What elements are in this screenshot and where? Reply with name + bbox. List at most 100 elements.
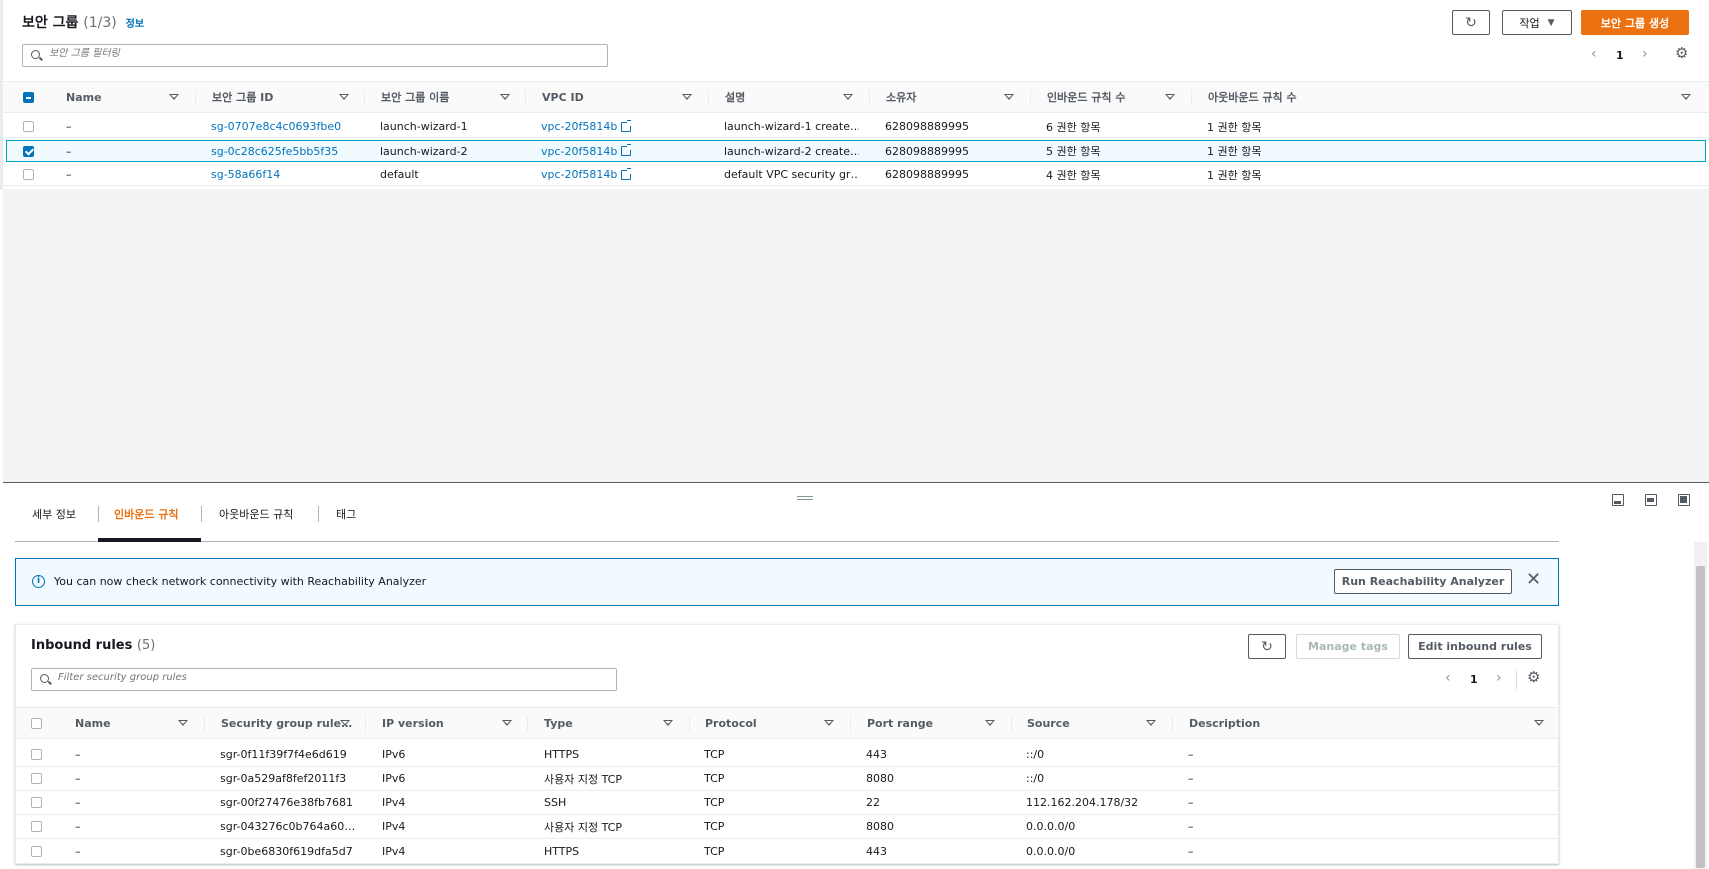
col-description[interactable]: 설명	[725, 82, 745, 112]
col-owner[interactable]: 소유자	[886, 82, 916, 112]
tab-tags[interactable]: 태그	[336, 506, 356, 522]
table-row[interactable]: – sgr-0a529af8fef2011f3 IPv6 사용자 지정 TCP …	[16, 767, 1558, 791]
page-title-text: 보안 그룹	[22, 15, 79, 31]
row-checkbox[interactable]	[31, 767, 42, 790]
split-panel-divider[interactable]	[3, 482, 1709, 483]
col-security-group-name[interactable]: 보안 그룹 이름	[381, 82, 449, 112]
row-checkbox[interactable]	[23, 164, 34, 185]
inbound-refresh-button[interactable]: ↻	[1248, 634, 1286, 659]
col-protocol[interactable]: Protocol	[705, 708, 757, 738]
sort-icon[interactable]	[339, 82, 349, 112]
table-row[interactable]: – sgr-043276c0b764a60… IPv4 사용자 지정 TCP T…	[16, 815, 1558, 839]
row-name: –	[66, 168, 72, 181]
table-row[interactable]: – sgr-0f11f39f7f4e6d619 IPv6 HTTPS TCP 4…	[16, 743, 1558, 767]
row-checkbox[interactable]	[23, 141, 34, 161]
table-row-selected[interactable]: – sg-0c28c625fe5bb5f35 launch-wizard-2 v…	[6, 140, 1706, 162]
row-port-range: 8080	[866, 820, 894, 833]
row-port-range: 443	[866, 844, 887, 858]
tab-inbound-rules[interactable]: 인바운드 규칙	[114, 506, 179, 522]
row-checkbox[interactable]	[23, 116, 34, 137]
sort-icon[interactable]	[1165, 82, 1175, 112]
security-group-id-link[interactable]: sg-0c28c625fe5bb5f35	[211, 141, 338, 161]
col-vpc-id[interactable]: VPC ID	[542, 82, 584, 112]
table-row[interactable]: – sg-0707e8c4c0693fbe0 launch-wizard-1 v…	[3, 116, 1709, 138]
inbound-rules-search[interactable]	[31, 668, 617, 691]
row-group-name: default	[380, 168, 419, 181]
settings-gear-icon[interactable]: ⚙	[1527, 668, 1540, 686]
split-panel-side-icon[interactable]	[1645, 494, 1657, 506]
table-row[interactable]: – sgr-00f27476e38fb7681 IPv4 SSH TCP 22 …	[16, 791, 1558, 815]
select-all-checkbox[interactable]	[31, 708, 42, 738]
row-ip-version: IPv6	[382, 772, 406, 785]
select-all-checkbox[interactable]	[23, 82, 34, 112]
split-panel-bottom-icon[interactable]	[1612, 494, 1624, 506]
col-security-group-id[interactable]: 보안 그룹 ID	[212, 82, 273, 112]
drag-handle-icon[interactable]	[797, 496, 813, 500]
sort-icon[interactable]	[1534, 708, 1544, 738]
sort-icon[interactable]	[985, 708, 995, 738]
prev-page-icon[interactable]: ‹	[1591, 46, 1597, 62]
actions-button[interactable]: 작업 ▼	[1502, 10, 1572, 35]
run-reachability-analyzer-button[interactable]: Run Reachability Analyzer	[1334, 569, 1512, 594]
inbound-pagination: ‹ 1 ›	[1442, 670, 1522, 688]
next-page-icon[interactable]: ›	[1642, 46, 1648, 62]
refresh-button[interactable]: ↻	[1452, 10, 1490, 35]
table-row[interactable]: – sgr-0be6830f619dfa5d7 IPv4 HTTPS TCP 4…	[16, 839, 1558, 863]
create-security-group-button[interactable]: 보안 그룹 생성	[1581, 10, 1689, 35]
vpc-link[interactable]: vpc-20f5814b	[541, 164, 632, 185]
sort-icon[interactable]	[340, 708, 350, 738]
row-checkbox[interactable]	[31, 839, 42, 863]
vpc-link[interactable]: vpc-20f5814b	[541, 141, 632, 161]
col-inbound-count[interactable]: 인바운드 규칙 수	[1047, 82, 1126, 112]
close-icon[interactable]: ✕	[1526, 569, 1541, 590]
page-number[interactable]: 1	[1470, 673, 1478, 686]
sort-icon[interactable]	[502, 708, 512, 738]
sort-icon[interactable]	[169, 82, 179, 112]
row-description: –	[1188, 796, 1194, 809]
inbound-rules-search-input[interactable]	[58, 672, 584, 683]
security-group-id-link[interactable]: sg-0707e8c4c0693fbe0	[211, 116, 341, 137]
actions-label: 작업	[1519, 16, 1540, 30]
page-number[interactable]: 1	[1616, 49, 1624, 62]
col-outbound-count[interactable]: 아웃바운드 규칙 수	[1208, 82, 1297, 112]
scrollbar-thumb[interactable]	[1696, 566, 1705, 868]
next-page-icon[interactable]: ›	[1496, 670, 1502, 686]
vpc-link[interactable]: vpc-20f5814b	[541, 116, 632, 137]
col-name[interactable]: Name	[66, 82, 102, 112]
col-port-range[interactable]: Port range	[867, 708, 933, 738]
tab-details[interactable]: 세부 정보	[32, 506, 76, 522]
row-checkbox[interactable]	[31, 815, 42, 838]
active-tab-indicator	[98, 538, 201, 542]
sort-icon[interactable]	[682, 82, 692, 112]
col-name[interactable]: Name	[75, 708, 111, 738]
table-row[interactable]: – sg-58a66f14 default vpc-20f5814b defau…	[3, 164, 1709, 186]
info-link[interactable]: 정보	[126, 19, 144, 30]
col-security-group-rule[interactable]: Security group rule…	[221, 708, 352, 738]
row-description: –	[1188, 772, 1194, 785]
sort-icon[interactable]	[663, 708, 673, 738]
split-panel-full-icon[interactable]	[1678, 494, 1690, 506]
inbound-rules-title: Inbound rules (5)	[31, 638, 156, 653]
row-checkbox[interactable]	[31, 791, 42, 814]
sort-icon[interactable]	[500, 82, 510, 112]
manage-tags-button[interactable]: Manage tags	[1296, 634, 1400, 659]
row-checkbox[interactable]	[31, 743, 42, 766]
security-group-search-input[interactable]	[49, 48, 575, 59]
settings-gear-icon[interactable]: ⚙	[1675, 44, 1688, 62]
col-description[interactable]: Description	[1189, 708, 1260, 738]
tab-outbound-rules[interactable]: 아웃바운드 규칙	[219, 506, 293, 522]
col-ip-version[interactable]: IP version	[382, 708, 444, 738]
col-type[interactable]: Type	[544, 708, 573, 738]
sort-icon[interactable]	[178, 708, 188, 738]
sort-icon[interactable]	[1004, 82, 1014, 112]
row-protocol: TCP	[704, 844, 725, 858]
edit-inbound-rules-button[interactable]: Edit inbound rules	[1408, 634, 1542, 659]
security-group-id-link[interactable]: sg-58a66f14	[211, 164, 280, 185]
sort-icon[interactable]	[824, 708, 834, 738]
prev-page-icon[interactable]: ‹	[1445, 670, 1451, 686]
col-source[interactable]: Source	[1027, 708, 1070, 738]
security-group-search[interactable]	[22, 44, 608, 67]
sort-icon[interactable]	[843, 82, 853, 112]
sort-icon[interactable]	[1681, 82, 1691, 112]
sort-icon[interactable]	[1146, 708, 1156, 738]
